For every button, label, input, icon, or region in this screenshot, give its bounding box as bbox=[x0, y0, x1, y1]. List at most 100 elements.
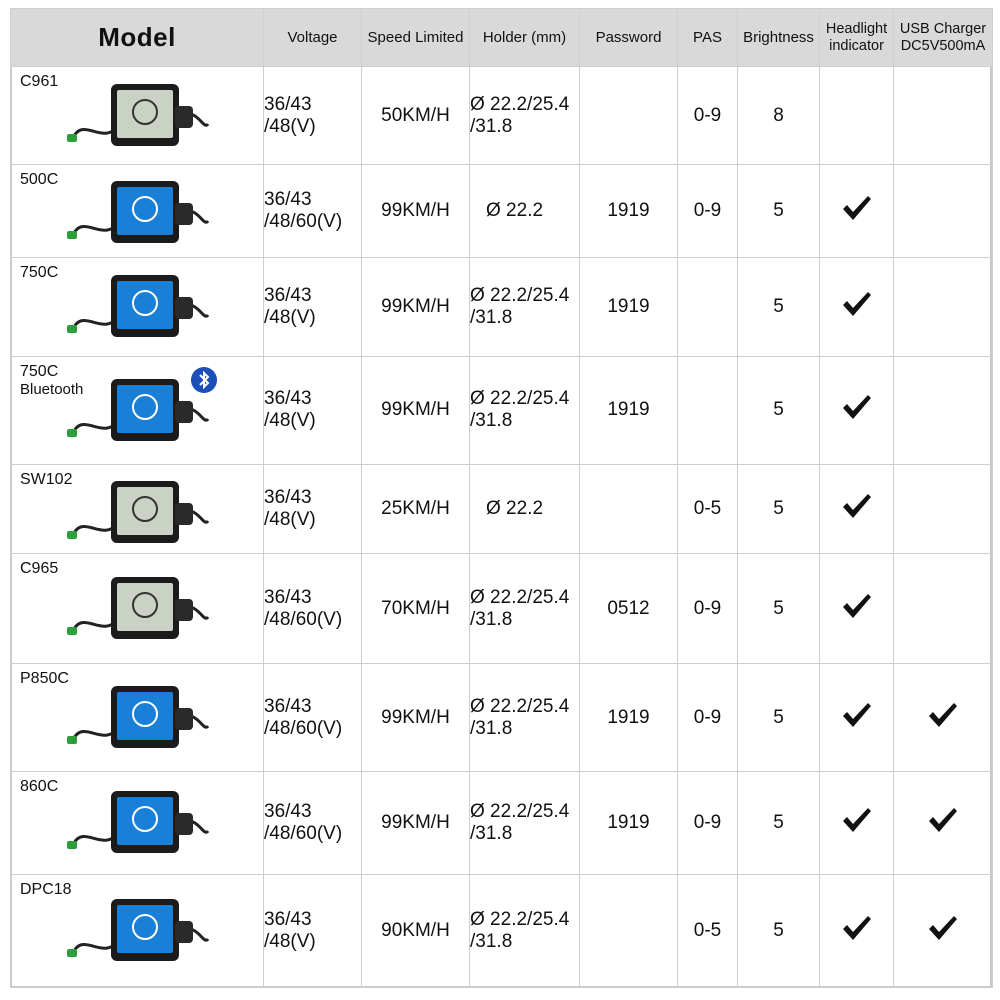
speed-cell: 70KM/H bbox=[361, 553, 470, 665]
brightness-cell: 5 bbox=[737, 553, 820, 665]
header-brightness: Brightness bbox=[737, 8, 820, 67]
checkmark-icon bbox=[842, 808, 871, 833]
holder-cell: Ø 22.2/25.4/31.8 bbox=[469, 663, 580, 773]
password-cell bbox=[579, 873, 678, 989]
model-name-text: 750C bbox=[20, 264, 59, 282]
bluetooth-icon bbox=[191, 366, 217, 393]
pas-cell: 0-5 bbox=[677, 463, 738, 555]
voltage-line2: /48/60(V) bbox=[264, 211, 343, 233]
voltage-line1: 36/43 bbox=[264, 695, 312, 717]
pas-cell: 0-9 bbox=[677, 65, 738, 166]
headlight-cell bbox=[819, 873, 894, 989]
pas-cell: 0-9 bbox=[677, 771, 738, 875]
brightness-cell: 5 bbox=[737, 463, 820, 555]
table-row: C965 36/43/48/60(V) 70KM/H Ø 22.2/25.4/31.8… bbox=[10, 553, 993, 665]
headlight-cell bbox=[819, 663, 894, 773]
display-unit-icon bbox=[67, 181, 210, 244]
model-cell: 750C bbox=[10, 257, 264, 357]
display-unit-icon bbox=[67, 275, 210, 338]
device-image bbox=[63, 173, 213, 259]
header-usb-line2: DC5V500mA bbox=[900, 37, 986, 54]
pas-cell: 0-9 bbox=[677, 663, 738, 773]
brightness-cell: 5 bbox=[737, 164, 820, 259]
password-cell bbox=[579, 65, 678, 166]
password-cell: 1919 bbox=[579, 771, 678, 875]
holder-cell: Ø 22.2/25.4/31.8 bbox=[469, 65, 580, 166]
header-headlight-line2: indicator bbox=[829, 37, 884, 54]
password-cell: 1919 bbox=[579, 663, 678, 773]
holder-line1: Ø 22.2 bbox=[486, 497, 544, 519]
display-unit-icon bbox=[67, 480, 210, 543]
usb-cell bbox=[893, 257, 993, 357]
voltage-line1: 36/43 bbox=[264, 908, 312, 930]
holder-cell: Ø 22.2/25.4/31.8 bbox=[469, 873, 580, 989]
voltage-line1: 36/43 bbox=[264, 93, 312, 115]
checkmark-icon bbox=[929, 808, 957, 833]
table-row: P850C 36/43/48/60(V) 99KM/H Ø 22.2/25.4/31.… bbox=[10, 663, 993, 773]
model-cell: 500C bbox=[10, 164, 264, 259]
table-row: 500C 36/43/48/60(V) 99KM/H Ø 22.2 1919 0-9 5 bbox=[10, 164, 993, 259]
speed-cell: 99KM/H bbox=[361, 355, 470, 465]
holder-line1: Ø 22.2/25.4 bbox=[470, 93, 570, 115]
model-cell: C961 bbox=[10, 65, 264, 166]
table-row: DPC18 36/43/48(V) 90KM/H Ø 22.2/25.4/31.8 0-… bbox=[10, 873, 993, 989]
brightness-cell: 5 bbox=[737, 257, 820, 357]
password-cell: 1919 bbox=[579, 355, 678, 465]
display-unit-icon bbox=[67, 84, 210, 146]
spec-table: Model Voltage Speed Limited Holder (mm) … bbox=[10, 8, 993, 989]
checkmark-icon bbox=[842, 702, 871, 727]
headlight-cell bbox=[819, 65, 894, 166]
voltage-line1: 36/43 bbox=[264, 189, 312, 211]
checkmark-icon bbox=[842, 915, 871, 940]
table-row: 750C 36/43/48(V) 99KM/H Ø 22.2/25.4/31.8 191… bbox=[10, 257, 993, 357]
speed-cell: 99KM/H bbox=[361, 257, 470, 357]
holder-line2: /31.8 bbox=[470, 930, 513, 952]
voltage-line2: /48/60(V) bbox=[264, 717, 343, 739]
display-unit-icon bbox=[67, 899, 210, 962]
device-image bbox=[63, 473, 213, 559]
usb-cell bbox=[893, 873, 993, 989]
brightness-cell: 5 bbox=[737, 355, 820, 465]
checkmark-icon bbox=[929, 915, 957, 940]
model-cell: 860C bbox=[10, 771, 264, 875]
usb-cell bbox=[893, 355, 993, 465]
checkmark-icon bbox=[842, 291, 871, 316]
voltage-line2: /48(V) bbox=[264, 930, 316, 952]
header-speed: Speed Limited bbox=[361, 8, 470, 67]
brightness-cell: 5 bbox=[737, 873, 820, 989]
pas-cell bbox=[677, 257, 738, 357]
brightness-cell: 5 bbox=[737, 771, 820, 875]
pas-cell: 0-9 bbox=[677, 553, 738, 665]
voltage-line1: 36/43 bbox=[264, 801, 312, 823]
holder-cell: Ø 22.2/25.4/31.8 bbox=[469, 257, 580, 357]
holder-line1: Ø 22.2/25.4 bbox=[470, 801, 570, 823]
brightness-cell: 5 bbox=[737, 663, 820, 773]
table-row: SW102 36/43/48(V) 25KM/H Ø 22.2 0-5 5 bbox=[10, 463, 993, 555]
display-unit-icon bbox=[67, 577, 210, 640]
headlight-cell bbox=[819, 553, 894, 665]
model-name-text: P850C bbox=[20, 670, 69, 688]
model-cell: 750C Bluetooth bbox=[10, 355, 264, 465]
voltage-cell: 36/43/48(V) bbox=[263, 463, 362, 555]
device-image bbox=[63, 678, 213, 764]
model-name: C965 bbox=[20, 560, 58, 578]
voltage-cell: 36/43/48/60(V) bbox=[263, 553, 362, 665]
model-name: 860C bbox=[20, 778, 58, 796]
voltage-line2: /48/60(V) bbox=[264, 823, 343, 845]
header-model: Model bbox=[10, 8, 264, 67]
holder-line2: /31.8 bbox=[470, 306, 513, 328]
checkmark-icon bbox=[842, 493, 871, 518]
holder-line2: /31.8 bbox=[470, 608, 513, 630]
voltage-line1: 36/43 bbox=[264, 284, 312, 306]
pas-cell bbox=[677, 355, 738, 465]
voltage-line2: /48(V) bbox=[264, 115, 316, 137]
usb-cell bbox=[893, 463, 993, 555]
holder-line1: Ø 22.2/25.4 bbox=[470, 586, 570, 608]
holder-line2: /31.8 bbox=[470, 410, 513, 432]
model-name-text: 750C bbox=[20, 362, 59, 380]
model-name-text: C961 bbox=[20, 73, 59, 90]
pas-cell: 0-5 bbox=[677, 873, 738, 989]
pas-cell: 0-9 bbox=[677, 164, 738, 259]
speed-cell: 50KM/H bbox=[361, 65, 470, 166]
password-cell: 1919 bbox=[579, 164, 678, 259]
